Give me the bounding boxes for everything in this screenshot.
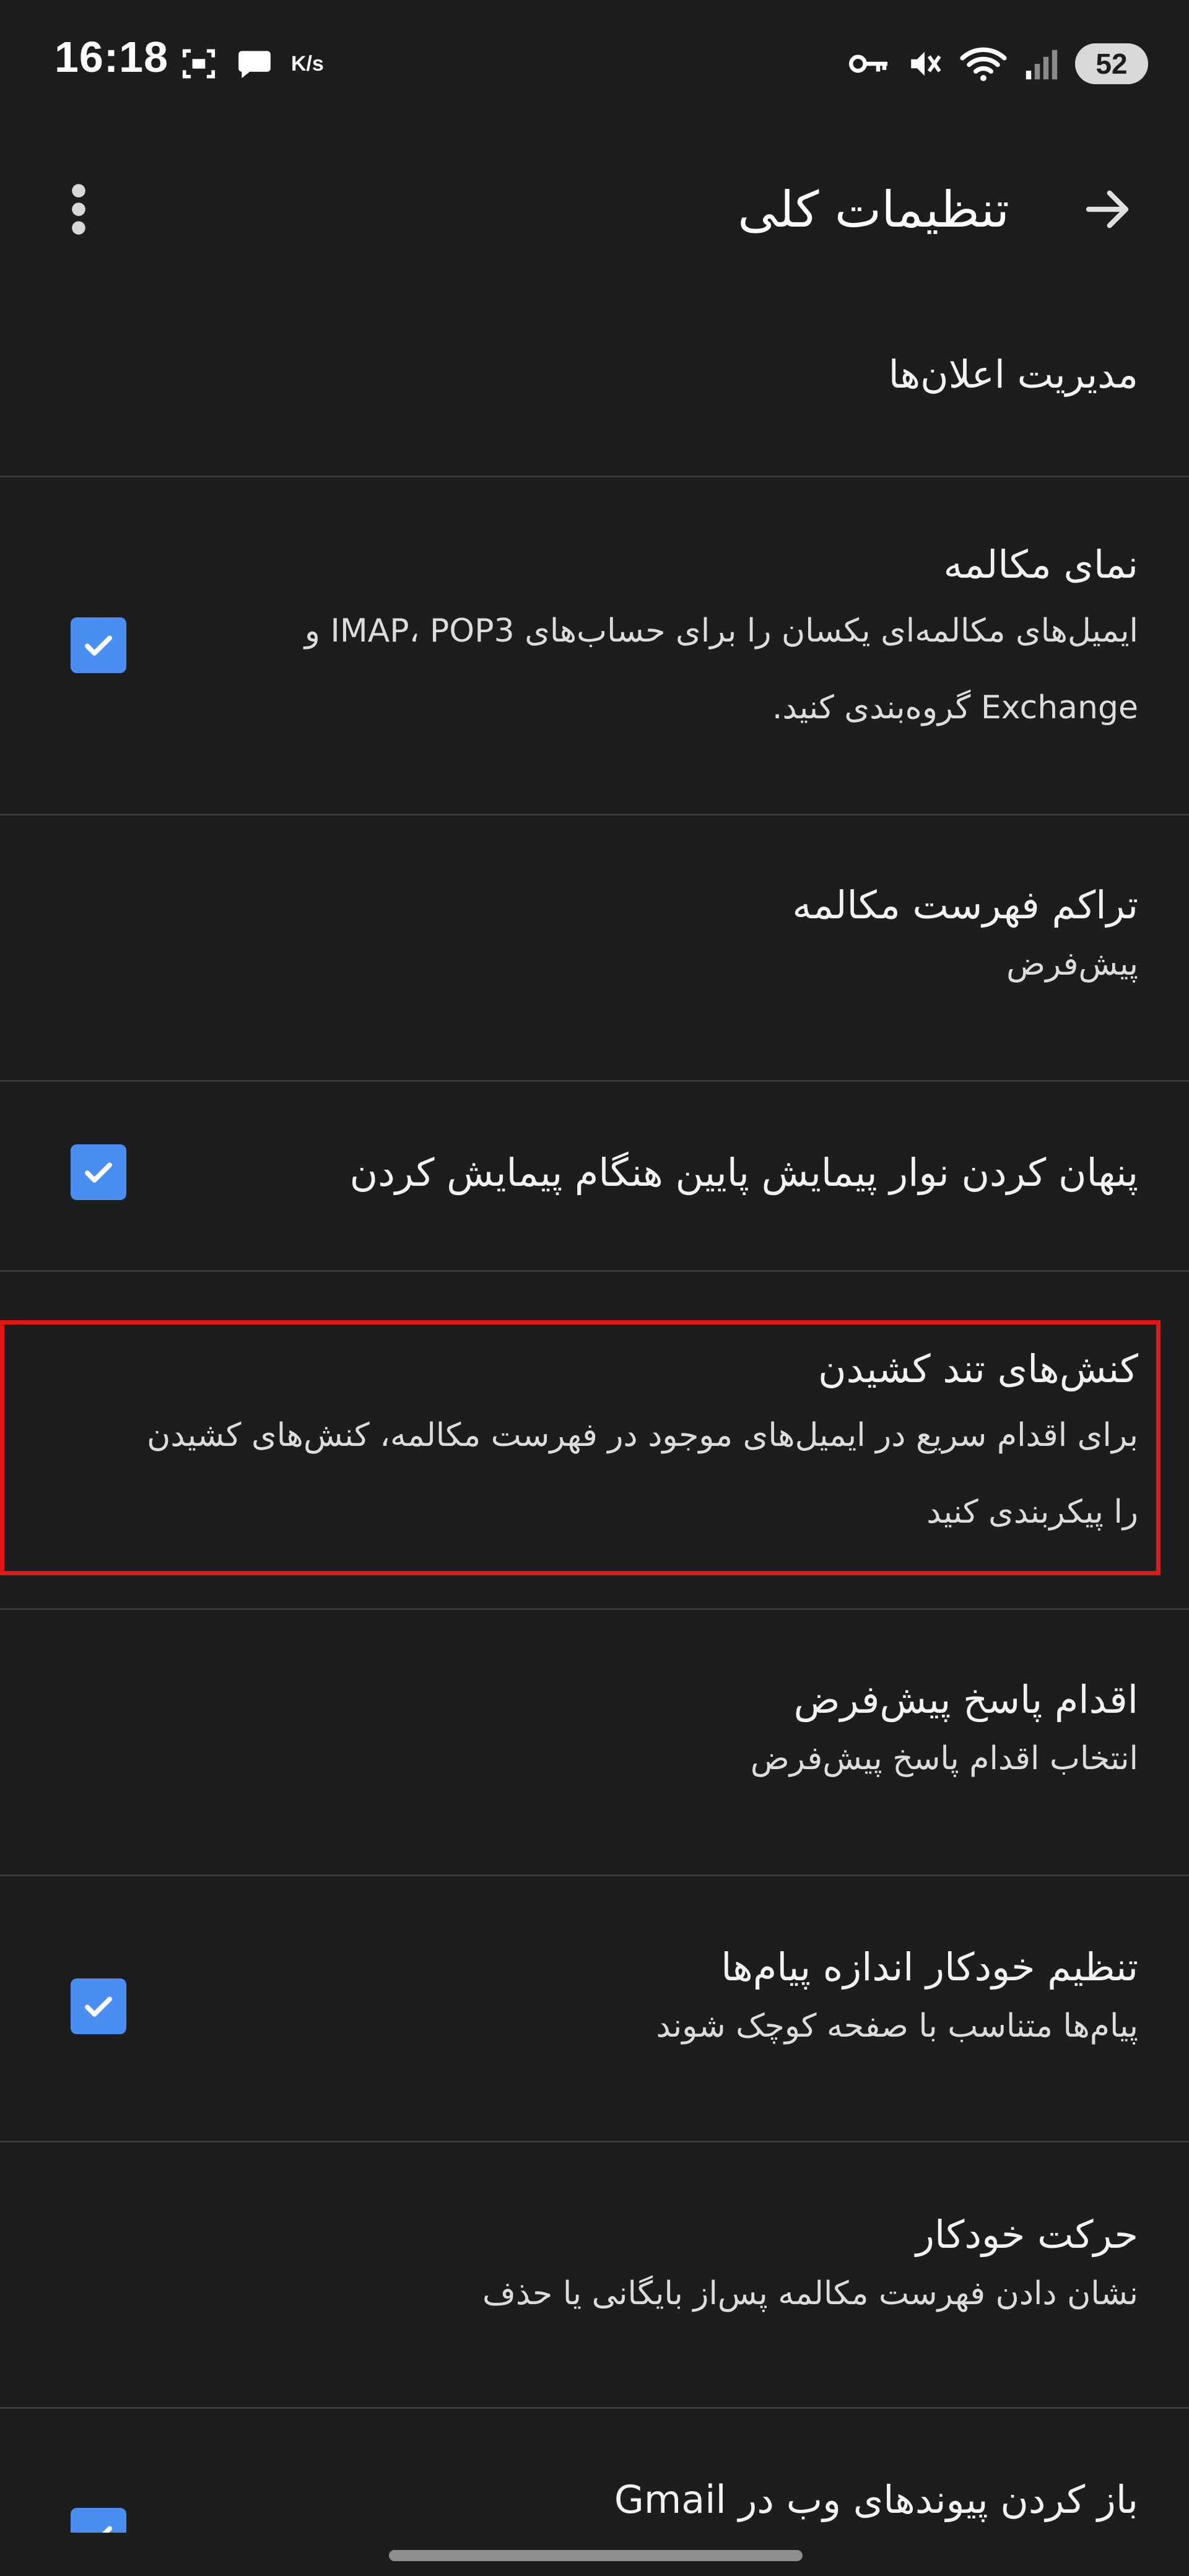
setting-title: حرکت خودکار xyxy=(916,2212,1138,2257)
setting-title: نمای مکالمه xyxy=(943,542,1138,587)
setting-auto-advance[interactable]: حرکت خودکار نشان دادن فهرست مکالمه پس‌از… xyxy=(0,2143,1189,2407)
more-vert-icon xyxy=(69,181,88,240)
status-bar: 16:18 K/s 52 xyxy=(0,0,1189,130)
setting-hide-bottom-nav[interactable]: پنهان کردن نوار پیمایش پایین هنگام پیمای… xyxy=(0,1082,1189,1270)
setting-title: تنظیم خودکار اندازه پیام‌ها xyxy=(721,1944,1138,1990)
network-speed-icon: K/s xyxy=(291,51,324,76)
setting-summary: پیام‌ها متناسب با صفحه کوچک شوند xyxy=(656,2008,1138,2045)
setting-auto-fit-messages[interactable]: تنظیم خودکار اندازه پیام‌ها پیام‌ها متنا… xyxy=(0,1876,1189,2141)
conversation-view-checkbox[interactable] xyxy=(71,617,126,673)
open-web-links-checkbox[interactable] xyxy=(71,2508,126,2533)
setting-summary: پیش‌فرض xyxy=(1006,946,1138,983)
status-left-icons: K/s xyxy=(180,37,324,90)
setting-conversation-view[interactable]: نمای مکالمه ایمیل‌های مکالمه‌ای یکسان را… xyxy=(0,477,1189,814)
signal-icon xyxy=(1024,46,1059,81)
setting-summary: نشان دادن فهرست مکالمه پس‌از بایگانی یا … xyxy=(482,2275,1138,2312)
setting-list-density[interactable]: تراکم فهرست مکالمه پیش‌فرض xyxy=(0,816,1189,1080)
setting-title: اقدام پاسخ پیش‌فرض xyxy=(793,1677,1138,1722)
status-time: 16:18 xyxy=(54,33,169,81)
setting-manage-notifications[interactable]: مدیریت اعلان‌ها xyxy=(0,279,1189,477)
home-indicator[interactable] xyxy=(389,2550,803,2561)
arrow-back-icon xyxy=(1079,181,1135,240)
setting-title: تراکم فهرست مکالمه xyxy=(792,882,1138,928)
overflow-menu-button[interactable] xyxy=(57,180,100,242)
battery-icon: 52 xyxy=(1075,43,1148,84)
status-right-icons: 52 xyxy=(847,37,1148,90)
chat-bubble-icon xyxy=(235,45,274,83)
setting-summary: انتخاب اقدام پاسخ پیش‌فرض xyxy=(750,1740,1138,1777)
muted-vibrate-icon xyxy=(907,45,943,83)
app-bar: تنظیمات کلی xyxy=(0,142,1189,279)
page-title: تنظیمات کلی xyxy=(738,181,1009,238)
highlight-box xyxy=(0,1320,1161,1575)
setting-title: باز کردن پیوندهای وب در Gmail xyxy=(614,2477,1138,2522)
setting-title: پنهان کردن نوار پیمایش پایین هنگام پیمای… xyxy=(349,1150,1138,1195)
auto-fit-messages-checkbox[interactable] xyxy=(71,1978,126,2034)
settings-screen: 16:18 K/s xyxy=(0,0,1189,2576)
hide-bottom-nav-checkbox[interactable] xyxy=(71,1144,126,1200)
back-button[interactable] xyxy=(1076,180,1138,242)
setting-default-reply[interactable]: اقدام پاسخ پیش‌فرض انتخاب اقدام پاسخ پیش… xyxy=(0,1610,1189,1874)
screenshot-icon xyxy=(180,45,218,83)
setting-summary: ایمیل‌های مکالمه‌ای یکسان را برای حساب‌ه… xyxy=(304,612,1138,726)
wifi-icon xyxy=(959,45,1008,83)
setting-title: مدیریت اعلان‌ها xyxy=(888,352,1138,397)
vpn-key-icon xyxy=(847,48,891,79)
setting-open-web-links[interactable]: باز کردن پیوندهای وب در Gmail xyxy=(0,2409,1189,2533)
